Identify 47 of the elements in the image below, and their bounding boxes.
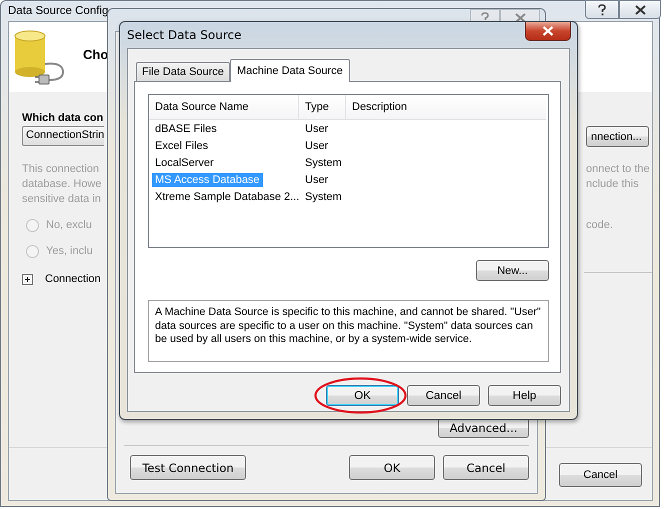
tab[interactable]: File Data Source (136, 62, 230, 81)
dialog-button[interactable]: Help (488, 385, 561, 406)
cancel-button[interactable]: Cancel (559, 463, 642, 487)
close-button[interactable] (619, 0, 661, 19)
list-item[interactable]: Xtreme Sample Database 2... (152, 190, 302, 204)
option-label: Yes, inclu (46, 245, 93, 257)
table-cell-text: System (304, 190, 343, 202)
page-heading: Cho (83, 47, 108, 62)
expander-label: Connection (45, 273, 101, 285)
dialog-button[interactable]: OK (326, 385, 399, 406)
column-header[interactable]: Data Source Name (149, 95, 299, 119)
note-text: sensitive data in (22, 192, 102, 207)
close-icon (542, 26, 554, 36)
help-icon (597, 4, 607, 16)
description-text: A Machine Data Source is specific to this machine, and cannot be shared. "User" data sources are specific to a user on this machine. "System" data sources can be used by all users on this machine, or by a system-wide service. (148, 300, 549, 362)
table-cell-text: User (304, 122, 330, 134)
test-connection-button[interactable]: Test Connection (130, 455, 246, 480)
table-cell-text: User (304, 140, 330, 152)
dialog-title: Select Data Source (127, 28, 242, 42)
option-text: code. (586, 219, 613, 231)
note-text: onnect to the (586, 162, 651, 177)
new-button[interactable]: New... (476, 260, 549, 281)
connection-dropdown[interactable]: ConnectionStrin (22, 126, 104, 146)
column-header[interactable]: Description (346, 95, 546, 119)
table-cell-text: System (304, 156, 343, 168)
list-item[interactable]: LocalServer (152, 156, 217, 170)
close-icon (514, 12, 526, 22)
window-title: Data Source Config (8, 5, 108, 17)
cancel-button[interactable]: Cancel (443, 455, 529, 480)
note-text: database. Howe (22, 177, 102, 192)
note-text: This connection (22, 162, 100, 177)
help-button[interactable] (585, 0, 619, 19)
dialog-button[interactable]: Cancel (407, 385, 480, 406)
column-header[interactable]: Type (299, 95, 346, 119)
question-label: Which data con (22, 112, 104, 124)
advanced-button[interactable]: Advanced... (438, 418, 529, 438)
close-icon (634, 4, 646, 14)
expand-icon[interactable] (22, 274, 33, 284)
close-button[interactable] (525, 22, 571, 41)
table-cell-text: User (304, 174, 330, 186)
list-item[interactable]: dBASE Files (152, 122, 220, 136)
ok-button[interactable]: OK (349, 455, 435, 480)
new-connection-button[interactable]: nnection... (586, 126, 649, 147)
note-text: nclude this (586, 177, 640, 192)
tab[interactable]: Machine Data Source (230, 59, 350, 82)
option-label: No, exclu (46, 219, 92, 231)
list-item[interactable]: Excel Files (152, 138, 212, 152)
